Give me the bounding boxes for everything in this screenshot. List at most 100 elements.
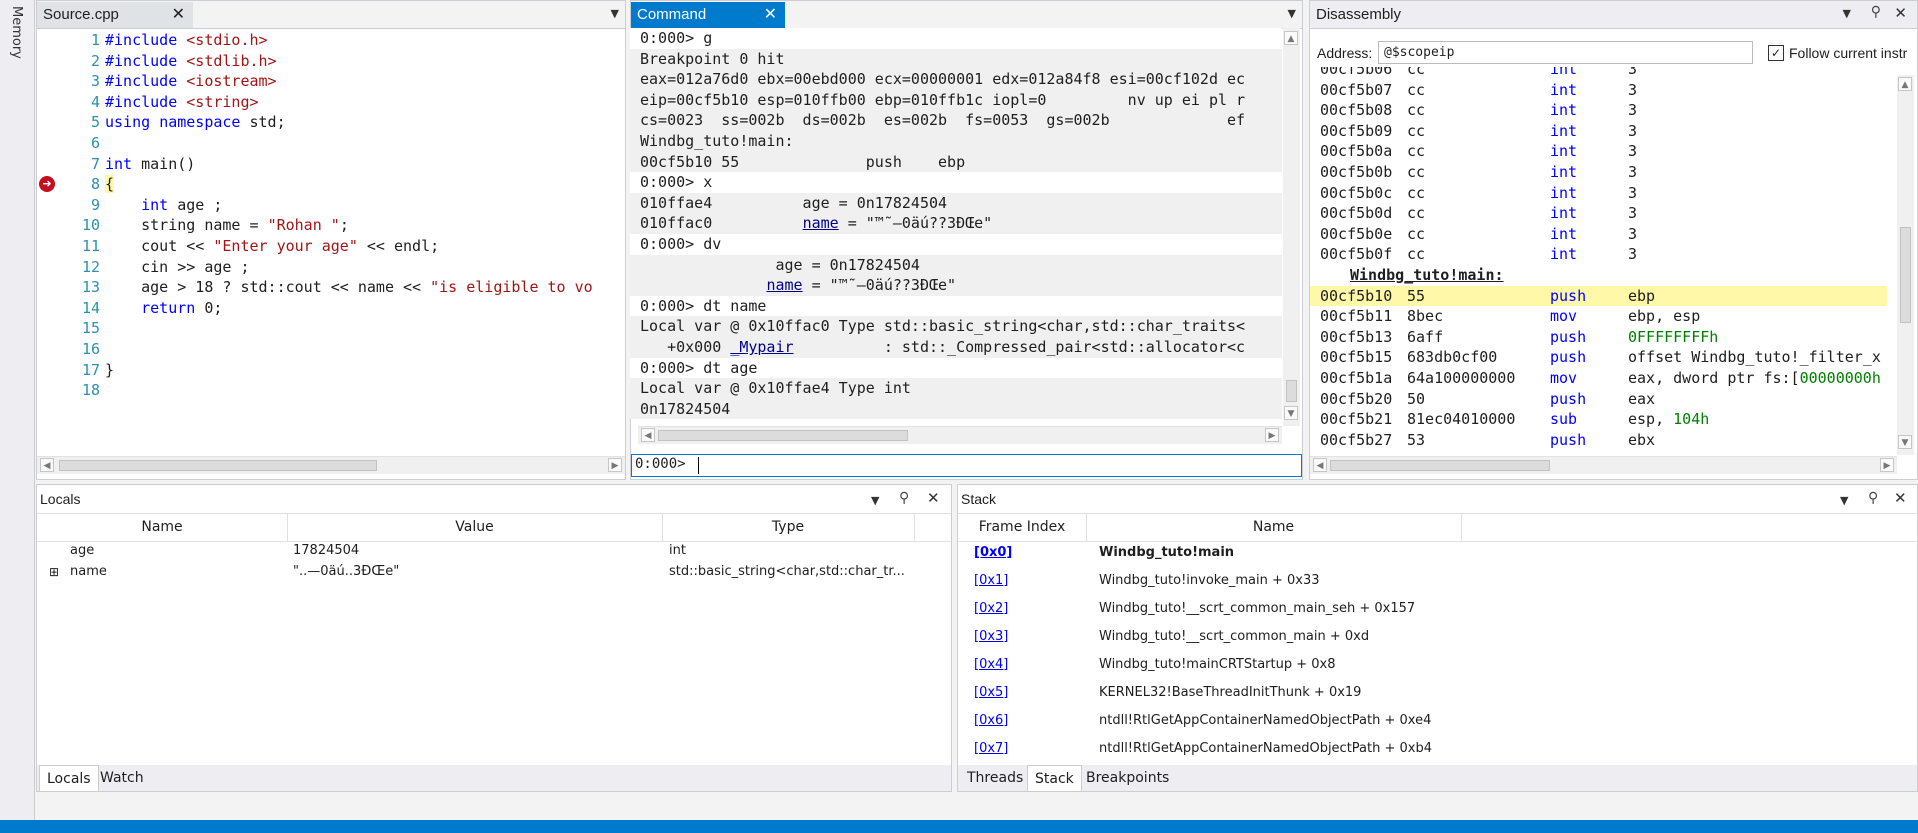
code-text: #include <iostream> [105,71,277,92]
pin-icon[interactable]: ⚲ [1871,4,1881,20]
frame-index-link[interactable]: [0x1] [974,571,1008,591]
command-scroll-thumb[interactable] [658,430,908,441]
scroll-up-icon[interactable]: ▲ [1898,77,1912,91]
source-scroll-thumb[interactable] [59,460,377,471]
command-link[interactable]: _Mypair [730,338,793,356]
disassembly-row[interactable]: 00cf5b0a cc int 3 [1310,141,1887,162]
stack-row[interactable]: [0x6] ntdll!RtlGetAppContainerNamedObject… [958,709,1917,733]
tab-locals[interactable]: Locals [39,765,99,791]
scroll-right-icon[interactable]: ▶ [1265,428,1279,442]
disasm-address: 00cf5b09 [1320,121,1393,140]
frame-index-link[interactable]: [0x0] [974,543,1012,563]
expand-icon[interactable]: ⊞ [49,562,59,582]
disassembly-listing[interactable]: 00cf5b06 cc int 3 00cf5b07 cc int 3 00cf5b08 cc in… [1310,67,1897,453]
disassembly-vertical-scrollbar[interactable]: ▲ ▼ [1897,75,1914,455]
stack-row[interactable]: [0x1] Windbg_tuto!invoke_main + 0x33 [958,569,1917,593]
stack-row[interactable]: [0x4] Windbg_tuto!mainCRTStartup + 0x8 [958,653,1917,677]
scroll-up-icon[interactable]: ▲ [1284,31,1298,45]
stack-col-name[interactable]: Name [1086,514,1462,541]
scroll-down-icon[interactable]: ▼ [1284,406,1298,420]
scroll-left-icon[interactable]: ◀ [1313,458,1327,472]
command-vscroll-thumb[interactable] [1286,380,1297,402]
source-line: 4 #include <string> [36,92,624,113]
locals-col-value[interactable]: Value [287,514,663,541]
stack-row[interactable]: [0x2] Windbg_tuto!__scrt_common_main_seh … [958,597,1917,621]
disassembly-row[interactable]: 00cf5b08 cc int 3 [1310,100,1887,121]
close-icon[interactable]: ✕ [927,489,940,507]
tab-threads[interactable]: Threads [960,765,1030,791]
breakpoint-marker-icon[interactable]: ➜ [39,176,55,192]
stack-col-frame-index[interactable]: Frame Index [958,514,1087,541]
scroll-down-icon[interactable]: ▼ [1898,435,1912,449]
address-field[interactable]: @$scopeip [1378,41,1753,64]
disassembly-row[interactable]: Windbg_tuto!main: [1310,265,1887,286]
locals-col-name[interactable]: Name [37,514,288,541]
disassembly-row[interactable]: 00cf5b0f cc int 3 [1310,244,1887,265]
chevron-down-icon[interactable]: ▼ [871,494,879,507]
disassembly-row[interactable]: 00cf5b20 50 push eax [1310,389,1887,410]
frame-index-link[interactable]: [0x6] [974,711,1008,731]
stack-row[interactable]: [0x0] Windbg_tuto!main [958,541,1917,565]
command-link[interactable]: name [766,276,802,294]
disasm-address: 00cf5b06 [1320,67,1393,78]
frame-index-link[interactable]: [0x7] [974,739,1008,759]
command-link[interactable]: name [803,214,839,232]
close-icon[interactable]: ✕ [764,2,777,28]
frame-index-link[interactable]: [0x4] [974,655,1008,675]
command-horizontal-scrollbar[interactable]: ◀ ▶ [638,426,1282,444]
disassembly-horizontal-scrollbar[interactable]: ◀ ▶ [1310,456,1897,474]
disassembly-scroll-thumb[interactable] [1330,460,1550,471]
close-icon[interactable]: ✕ [172,2,185,28]
disassembly-row[interactable]: 00cf5b27 53 push ebx [1310,430,1887,451]
locals-row[interactable]: ⊞ name "..—0äú..3ÐŒe" std::basic_string<cha… [37,562,951,583]
command-input[interactable] [698,457,1279,474]
disassembly-row[interactable]: 00cf5b0c cc int 3 [1310,183,1887,204]
stack-row[interactable]: [0x3] Windbg_tuto!__scrt_common_main + 0x… [958,625,1917,649]
stack-row[interactable]: [0x5] KERNEL32!BaseThreadInitThunk + 0x19 [958,681,1917,705]
disassembly-row[interactable]: 00cf5b06 cc int 3 [1310,67,1887,80]
command-vertical-scrollbar[interactable]: ▲ ▼ [1283,28,1300,426]
disassembly-row[interactable]: 00cf5b07 cc int 3 [1310,80,1887,101]
disassembly-row[interactable]: 00cf5b09 cc int 3 [1310,121,1887,142]
disassembly-row[interactable]: 00cf5b10 55 push ebp [1310,285,1887,307]
stack-row[interactable]: [0x7] ntdll!RtlGetAppContainerNamedObject… [958,737,1917,761]
disassembly-row[interactable]: 00cf5b13 6aff push 0FFFFFFFFh [1310,327,1887,348]
memory-side-tab[interactable]: Memory [0,0,35,820]
scroll-left-icon[interactable]: ◀ [40,458,54,472]
scroll-right-icon[interactable]: ▶ [608,458,622,472]
scroll-left-icon[interactable]: ◀ [641,428,655,442]
follow-checkbox[interactable]: ✓ [1768,45,1784,61]
tab-watch[interactable]: Watch [93,765,151,791]
chevron-down-icon[interactable]: ▼ [1288,7,1296,20]
locals-row[interactable]: age 17824504 int [37,541,951,562]
line-number: 7 [90,154,100,173]
close-icon[interactable]: ✕ [1894,489,1907,507]
disassembly-row[interactable]: 00cf5b15 683db0cf00 push offset Windbg_tuto… [1310,347,1887,368]
tab-breakpoints[interactable]: Breakpoints [1079,765,1176,791]
pin-icon[interactable]: ⚲ [899,490,909,506]
disassembly-row[interactable]: 00cf5b21 81ec04010000 sub esp, 104h [1310,409,1887,430]
chevron-down-icon[interactable]: ▼ [1843,7,1851,20]
command-output[interactable]: 0:000> g Breakpoint 0 hit eax=012a76d0 ebx… [630,28,1282,420]
frame-index-link[interactable]: [0x2] [974,599,1008,619]
pin-icon[interactable]: ⚲ [1868,490,1878,506]
disassembly-row[interactable]: 00cf5b0b cc int 3 [1310,162,1887,183]
source-horizontal-scrollbar[interactable]: ◀ ▶ [37,456,625,474]
tab-source-cpp[interactable]: Source.cpp ✕ [37,2,193,28]
source-code-area[interactable]: 1 #include <stdio.h> 2 #include <stdlib.h> 3… [36,30,624,455]
tab-command[interactable]: Command ✕ [631,2,785,28]
close-icon[interactable]: ✕ [1894,4,1907,22]
disassembly-row[interactable]: 00cf5b0e cc int 3 [1310,224,1887,245]
frame-index-link[interactable]: [0x5] [974,683,1008,703]
frame-index-link[interactable]: [0x3] [974,627,1008,647]
locals-col-type[interactable]: Type [662,514,915,541]
chevron-down-icon[interactable]: ▼ [611,7,619,20]
tab-stack[interactable]: Stack [1027,765,1082,791]
chevron-down-icon[interactable]: ▼ [1840,494,1848,507]
disassembly-row[interactable]: 00cf5b0d cc int 3 [1310,203,1887,224]
source-line: 7 int main() [36,154,624,175]
scroll-right-icon[interactable]: ▶ [1880,458,1894,472]
disassembly-row[interactable]: 00cf5b1a 64a100000000 mov eax, dword ptr fs… [1310,368,1887,389]
disassembly-row[interactable]: 00cf5b11 8bec mov ebp, esp [1310,306,1887,327]
disassembly-vscroll-thumb[interactable] [1900,227,1911,323]
